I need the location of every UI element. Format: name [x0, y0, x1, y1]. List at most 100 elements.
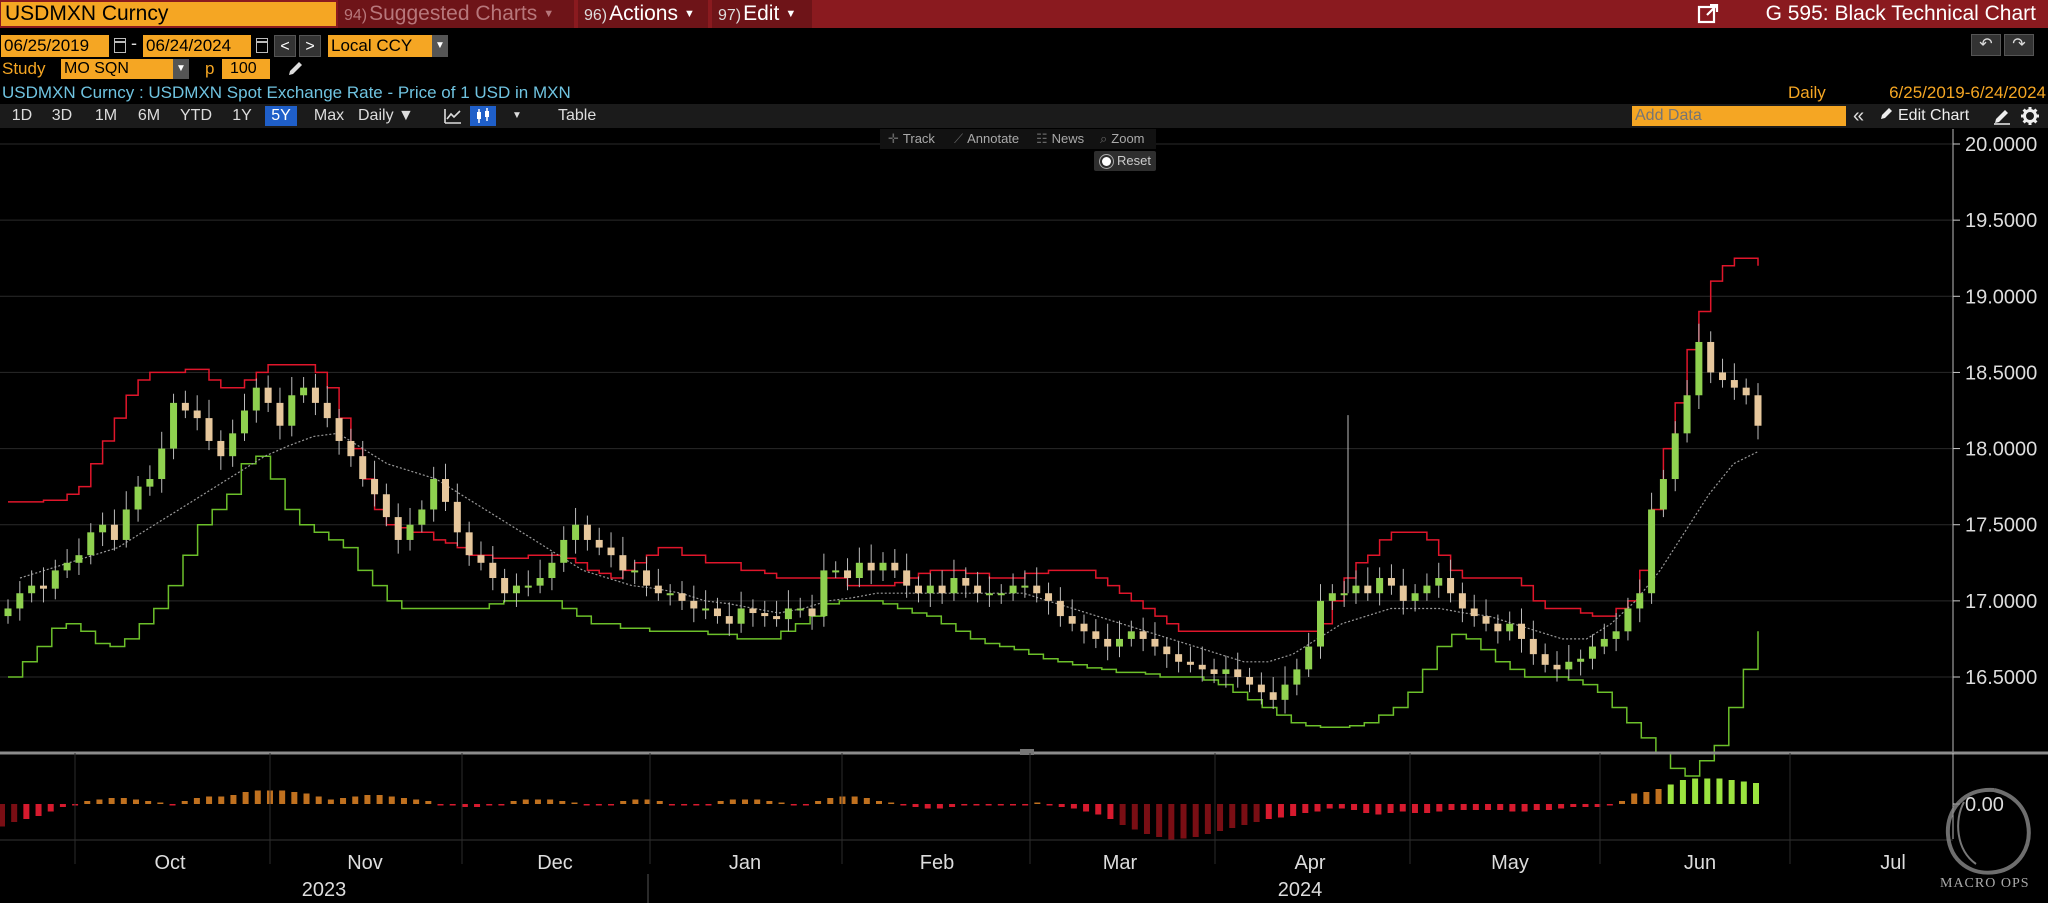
momentum-bar	[279, 790, 286, 804]
candle-body	[1246, 677, 1254, 685]
currency-select[interactable]: Local CCY ▼	[328, 35, 448, 57]
candle-body	[832, 570, 840, 573]
edit-chart-button[interactable]: Edit Chart	[1880, 106, 1969, 126]
zoom-tool[interactable]: ⌕ Zoom	[1100, 131, 1145, 147]
end-date-input[interactable]: 06/24/2024	[143, 35, 251, 57]
range-5y-button[interactable]: 5Y	[265, 106, 297, 126]
x-tick-label: Nov	[347, 852, 383, 874]
track-tool[interactable]: ✛ Track	[888, 131, 935, 147]
year-label: 2024	[1278, 879, 1323, 901]
momentum-bar	[449, 804, 456, 806]
draw-tool-icon[interactable]	[1993, 107, 2011, 125]
reset-label: Reset	[1117, 153, 1151, 168]
candle-body	[1707, 341, 1715, 373]
momentum-bar	[620, 801, 627, 804]
range-ytd-button[interactable]: YTD	[175, 106, 217, 126]
study-select[interactable]: MO SQN ▼	[61, 59, 189, 79]
chart-type-dropdown[interactable]: ▼	[512, 106, 522, 126]
momentum-bar	[547, 799, 554, 804]
range-3d-button[interactable]: 3D	[44, 106, 80, 126]
momentum-bar	[1643, 792, 1650, 804]
frequency-dropdown[interactable]: Daily ▼	[358, 106, 414, 126]
momentum-bar	[827, 798, 834, 804]
momentum-bar	[1168, 804, 1175, 840]
news-tool[interactable]: ☷ News	[1036, 131, 1084, 147]
redo-button[interactable]: ↷	[2004, 34, 2034, 56]
candle-body	[1730, 380, 1738, 388]
year-label: 2023	[302, 879, 347, 901]
period-label: p	[205, 59, 215, 78]
candle-body	[1648, 509, 1656, 594]
gear-icon[interactable]	[2020, 106, 2040, 126]
candle-body	[844, 570, 852, 579]
actions-label: Actions	[609, 2, 678, 25]
table-button[interactable]: Table	[558, 106, 596, 126]
candle-body	[1399, 585, 1407, 601]
candle-body	[1565, 661, 1573, 670]
candle-body	[1257, 684, 1265, 693]
momentum-bar	[595, 804, 602, 806]
actions-menu[interactable]: 96)Actions ▼	[578, 0, 708, 28]
momentum-bar	[632, 799, 639, 804]
candle-body	[1387, 578, 1395, 586]
edit-menu[interactable]: 97)Edit ▼	[712, 0, 812, 28]
price-chart[interactable]: 20.0000 19.5000 19.0000 18.5000 18.0000 17.50…	[0, 129, 2048, 903]
momentum-bar	[498, 804, 505, 806]
export-icon[interactable]	[1697, 4, 1719, 24]
candle-body	[583, 524, 591, 540]
prev-period-button[interactable]: <	[274, 35, 296, 57]
pencil-icon[interactable]	[286, 60, 304, 78]
annotate-tool[interactable]: ⟋ Annotate	[954, 131, 1019, 147]
momentum-bar	[23, 804, 30, 819]
x-tick-label: Feb	[920, 852, 954, 874]
x-tick-label: Jun	[1684, 852, 1716, 874]
candle-body	[1234, 669, 1242, 677]
momentum-bar	[1277, 804, 1284, 818]
momentum-bar	[900, 804, 907, 806]
range-1m-button[interactable]: 1M	[88, 106, 124, 126]
range-6m-button[interactable]: 6M	[131, 106, 167, 126]
ticker-input[interactable]: USDMXN Curncy	[1, 2, 336, 26]
frequency-label: Daily	[1788, 83, 1826, 102]
start-date-input[interactable]: 06/25/2019	[1, 35, 109, 57]
candle-body	[1340, 593, 1348, 596]
candle-body	[1411, 593, 1419, 601]
reset-button[interactable]: Reset	[1094, 151, 1156, 171]
annotate-icon: ⟋	[954, 131, 964, 146]
candle-body	[75, 555, 83, 563]
momentum-bar	[120, 798, 127, 804]
momentum-bar	[1131, 804, 1138, 830]
suggested-charts-menu[interactable]: 94)Suggested Charts ▼	[338, 0, 574, 28]
candle-body	[99, 524, 107, 533]
undo-button[interactable]: ↶	[1971, 34, 2001, 56]
momentum-bar	[327, 799, 334, 804]
chart-tools-bar: ✛ Track ⟋ Annotate ☷ News ⌕ Zoom	[880, 129, 1156, 149]
momentum-bar	[461, 804, 468, 807]
period-input[interactable]: 100	[222, 59, 270, 79]
candle-body	[1742, 387, 1750, 396]
range-max-button[interactable]: Max	[307, 106, 351, 126]
collapse-button[interactable]: «	[1853, 104, 1864, 128]
momentum-bar	[1533, 804, 1540, 810]
candle-body	[122, 509, 130, 540]
range-1d-button[interactable]: 1D	[4, 106, 40, 126]
range-1y-button[interactable]: 1Y	[224, 106, 260, 126]
momentum-bar	[1716, 778, 1723, 804]
candle-body	[146, 479, 154, 487]
candle-body	[1328, 593, 1336, 601]
candle-body	[1021, 585, 1029, 588]
calendar-icon[interactable]	[114, 38, 126, 53]
candle-body	[1588, 646, 1596, 659]
candle-body	[1115, 638, 1123, 647]
candle-body	[1175, 654, 1183, 662]
candle-body	[1518, 623, 1526, 639]
next-period-button[interactable]: >	[299, 35, 321, 57]
add-data-input[interactable]	[1632, 106, 1846, 126]
candle-body	[820, 570, 828, 617]
candle-body	[63, 562, 71, 571]
candle-body	[1293, 669, 1301, 685]
line-chart-icon[interactable]	[444, 107, 462, 125]
candlestick-icon[interactable]	[470, 106, 496, 126]
calendar-icon[interactable]	[256, 38, 268, 53]
candle-body	[1553, 664, 1561, 670]
